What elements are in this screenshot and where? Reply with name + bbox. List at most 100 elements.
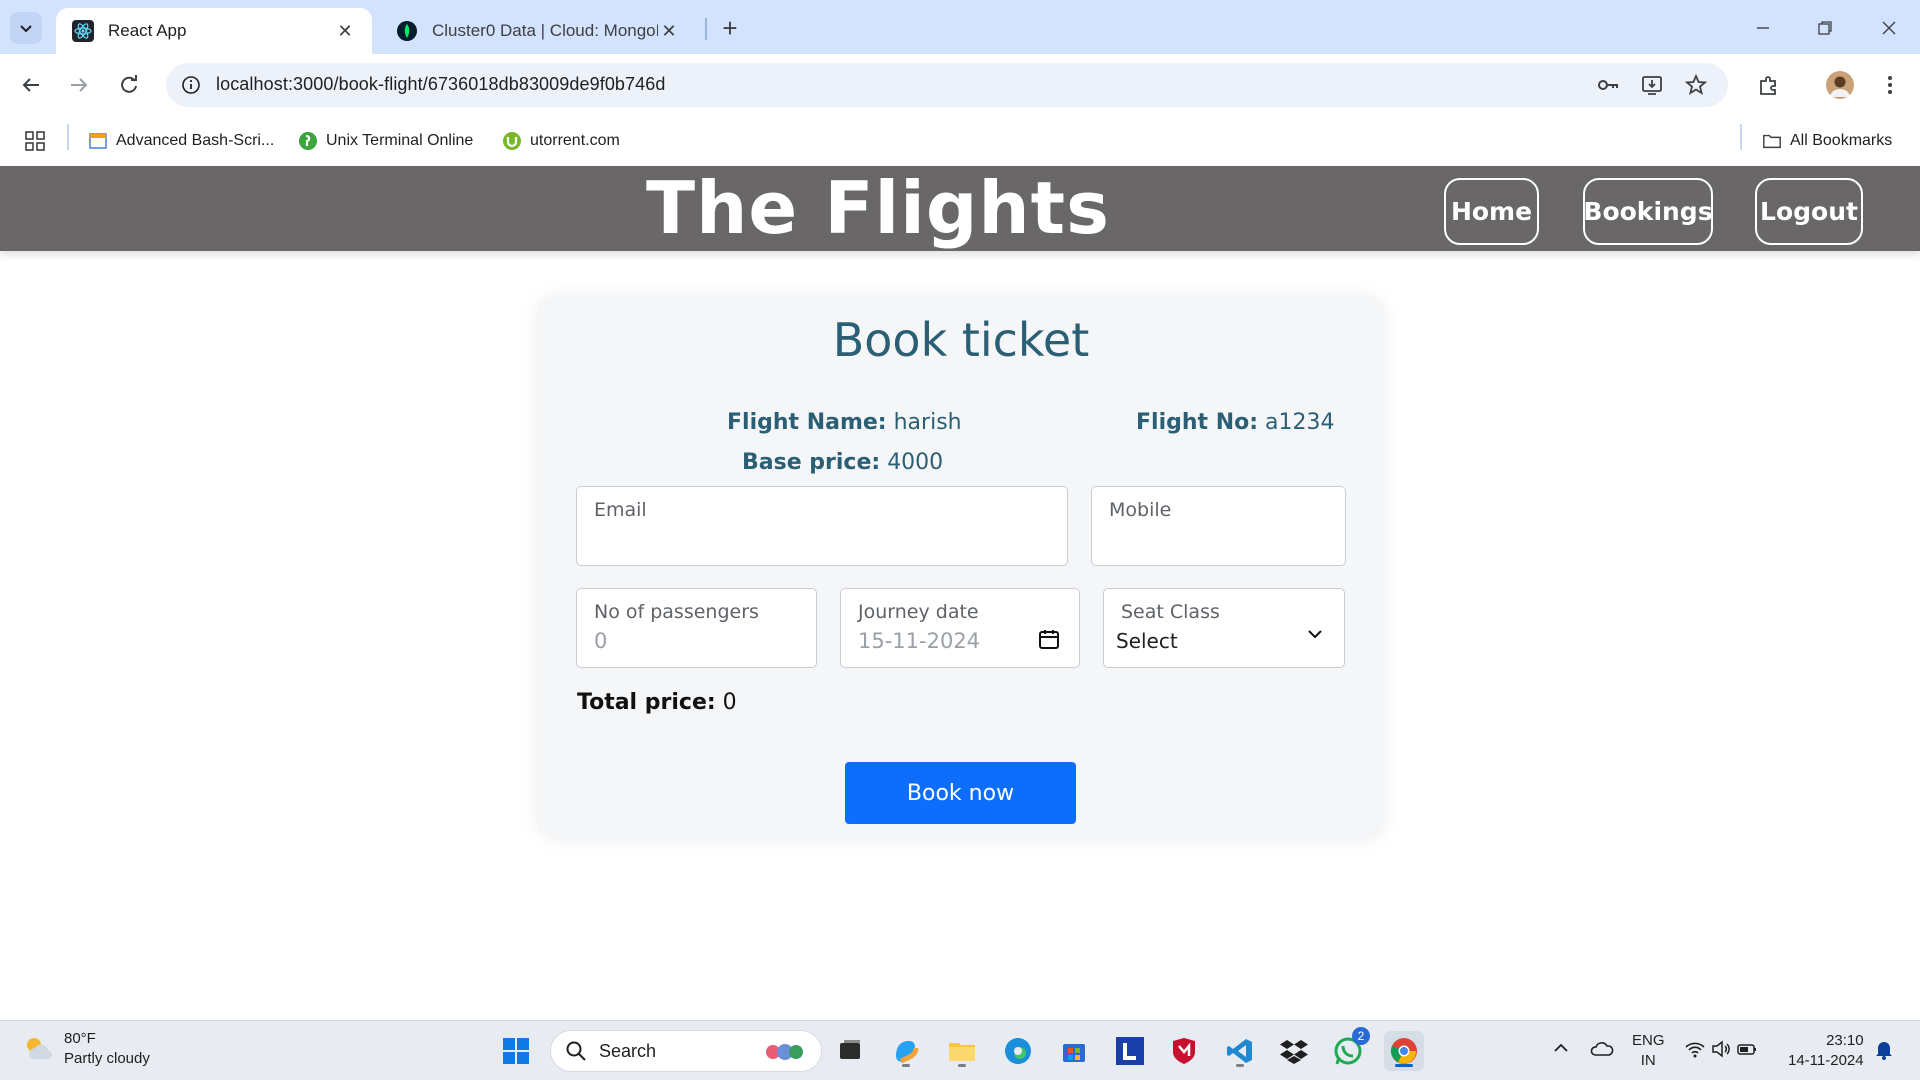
copilot-icon	[896, 1041, 919, 1064]
minimize-button[interactable]	[1740, 8, 1786, 48]
tab-mongodb[interactable]: Cluster0 Data | Cloud: MongoDB ✕	[380, 8, 696, 54]
reload-icon	[121, 75, 137, 93]
booking-card: Book ticket Flight Name: harish Flight N…	[537, 295, 1385, 840]
page-icon	[88, 131, 108, 151]
passengers-field[interactable]: No of passengers 0	[576, 588, 817, 668]
notifications-button[interactable]	[1874, 1039, 1894, 1067]
mcafee-shield-icon	[1173, 1038, 1195, 1064]
cloud-sync-icon	[1590, 1042, 1614, 1056]
edge-button[interactable]	[998, 1031, 1038, 1071]
bookmarks-bar: Advanced Bash-Scri... Unix Terminal Onli…	[0, 116, 1920, 166]
base-price-info: Base price: 4000	[742, 450, 943, 475]
weather-widget[interactable]: 80°F Partly cloudy	[22, 1029, 150, 1069]
taskbar-search[interactable]: Search	[550, 1030, 822, 1072]
partly-cloudy-icon	[27, 1038, 52, 1059]
journey-date-value: 15-11-2024	[858, 629, 981, 653]
nav-home-button[interactable]: Home	[1444, 178, 1539, 245]
file-explorer-button[interactable]	[942, 1031, 982, 1071]
profile-avatar[interactable]	[1823, 68, 1857, 102]
reload-button[interactable]	[112, 68, 146, 102]
passengers-label: No of passengers	[594, 601, 759, 623]
tab-react-app[interactable]: React App ✕	[56, 8, 372, 54]
flight-no-label: Flight No:	[1136, 410, 1259, 435]
email-field[interactable]: Email	[576, 486, 1068, 566]
mobile-label: Mobile	[1109, 499, 1172, 521]
network-volume-battery[interactable]	[1684, 1039, 1758, 1065]
clock-time: 23:10	[1826, 1032, 1864, 1049]
dropbox-button[interactable]	[1274, 1031, 1314, 1071]
close-window-button[interactable]	[1866, 8, 1912, 48]
back-button[interactable]	[14, 68, 48, 102]
flight-name-info: Flight Name: harish	[727, 410, 962, 435]
nav-logout-button[interactable]: Logout	[1755, 178, 1863, 245]
react-icon	[72, 20, 94, 42]
terminal-icon	[298, 131, 318, 151]
task-view-icon	[840, 1040, 860, 1059]
copilot-button[interactable]	[886, 1031, 926, 1071]
tab-search-button[interactable]	[10, 12, 42, 44]
restore-button[interactable]	[1802, 8, 1848, 48]
extensions-button[interactable]	[1752, 68, 1786, 102]
email-label: Email	[594, 499, 647, 521]
address-bar[interactable]: localhost:3000/book-flight/6736018db8300…	[166, 63, 1728, 107]
forward-button[interactable]	[62, 68, 96, 102]
browser-menu-button[interactable]	[1873, 68, 1907, 102]
clock[interactable]: 23:10 14-11-2024	[1788, 1031, 1864, 1071]
language-line2: IN	[1640, 1052, 1656, 1069]
running-indicator	[902, 1064, 910, 1067]
seat-class-label: Seat Class	[1121, 601, 1220, 623]
flight-name-label: Flight Name:	[727, 410, 887, 435]
arrow-left-icon	[22, 78, 39, 92]
calendar-icon[interactable]	[1037, 627, 1061, 651]
language-line1: ENG	[1632, 1032, 1665, 1049]
base-price-label: Base price:	[742, 450, 881, 475]
l-app-button[interactable]	[1110, 1031, 1150, 1071]
seat-class-value: Select	[1116, 629, 1178, 653]
taskbar-search-label: Search	[599, 1040, 657, 1061]
tray-overflow-button[interactable]	[1552, 1039, 1570, 1063]
bookmark-divider	[1740, 124, 1742, 150]
apps-button[interactable]	[24, 126, 46, 156]
l-app-icon	[1116, 1037, 1144, 1065]
mobile-field[interactable]: Mobile	[1091, 486, 1346, 566]
nav-bookings-button[interactable]: Bookings	[1583, 178, 1713, 245]
flight-no-info: Flight No: a1234	[1136, 410, 1335, 435]
total-price-value: 0	[722, 690, 737, 715]
task-view-button[interactable]	[830, 1031, 870, 1071]
new-tab-button[interactable]: +	[714, 12, 746, 44]
journey-date-label: Journey date	[858, 601, 979, 623]
install-app-icon[interactable]	[1640, 73, 1664, 97]
weather-temp: 80°F	[64, 1030, 96, 1047]
bookmark-unix-terminal[interactable]: Unix Terminal Online	[298, 126, 473, 156]
all-bookmarks-button[interactable]: All Bookmarks	[1762, 126, 1892, 156]
star-bookmark-icon[interactable]	[1684, 73, 1708, 97]
journey-date-field[interactable]: Journey date 15-11-2024	[840, 588, 1080, 668]
utorrent-icon	[502, 131, 522, 151]
bookmark-utorrent[interactable]: utorrent.com	[502, 126, 620, 156]
app-header: The Flights Home Bookings Logout	[0, 166, 1920, 251]
apps-grid-icon	[25, 131, 45, 151]
tab-divider	[705, 18, 707, 40]
clock-date: 14-11-2024	[1788, 1052, 1864, 1069]
start-button[interactable]	[496, 1031, 536, 1071]
onedrive-status[interactable]	[1590, 1039, 1614, 1065]
close-tab-icon[interactable]: ✕	[334, 20, 356, 42]
store-button[interactable]	[1054, 1031, 1094, 1071]
more-vertical-icon	[1888, 76, 1892, 94]
password-key-icon[interactable]	[1596, 73, 1620, 97]
chrome-button[interactable]	[1384, 1031, 1424, 1071]
whatsapp-button[interactable]: 2	[1328, 1027, 1370, 1071]
vscode-icon	[1227, 1039, 1252, 1063]
site-info-icon[interactable]	[180, 74, 202, 96]
bookmark-label: Advanced Bash-Scri...	[116, 132, 275, 149]
bookmark-advanced-bash[interactable]: Advanced Bash-Scri...	[88, 126, 274, 156]
search-highlight-icon	[766, 1044, 803, 1060]
close-tab-icon[interactable]: ✕	[658, 20, 680, 42]
seat-class-select[interactable]: Seat Class Select	[1103, 588, 1345, 668]
language-indicator[interactable]: ENG IN	[1632, 1031, 1665, 1071]
vscode-button[interactable]	[1220, 1031, 1260, 1071]
chevron-down-icon	[20, 25, 32, 33]
book-now-button[interactable]: Book now	[845, 762, 1076, 824]
restore-icon	[1818, 21, 1832, 35]
mcafee-button[interactable]	[1164, 1031, 1204, 1071]
